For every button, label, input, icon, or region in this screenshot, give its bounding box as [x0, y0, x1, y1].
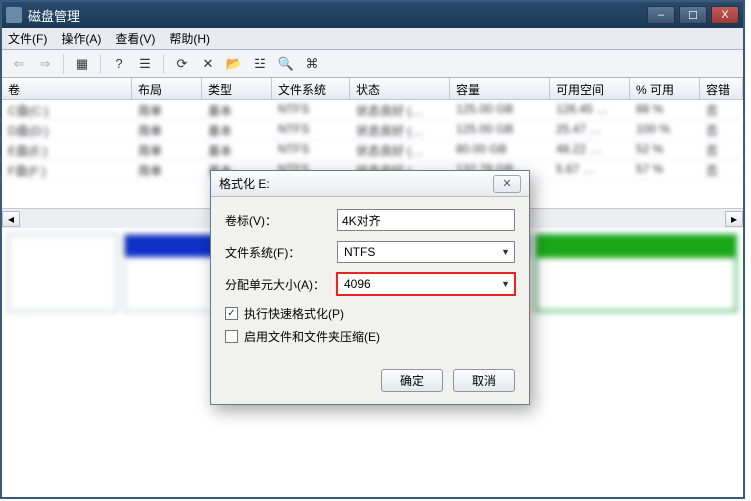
menu-view[interactable]: 查看(V) — [115, 30, 155, 47]
titlebar: 磁盘管理 – ☐ X — [2, 2, 743, 28]
toolbar-separator — [100, 54, 101, 74]
find-button[interactable]: 🔍 — [275, 53, 297, 75]
format-dialog: 格式化 E: ✕ 卷标(V)： 文件系统(F)： NTFS ▼ 分配单元大小(A… — [210, 170, 530, 405]
table-row[interactable]: D盘(D:)简单基本NTFS状态良好 (…125.00 GB25.47 …100… — [2, 120, 743, 140]
menu-file[interactable]: 文件(F) — [8, 30, 47, 47]
col-status[interactable]: 状态 — [350, 78, 450, 99]
properties-button[interactable]: ☰ — [134, 53, 156, 75]
help-button[interactable]: ? — [108, 53, 130, 75]
ok-button[interactable]: 确定 — [381, 369, 443, 392]
col-filesystem[interactable]: 文件系统 — [272, 78, 350, 99]
compress-label: 启用文件和文件夹压缩(E) — [244, 328, 380, 345]
app-icon — [6, 7, 22, 23]
delete-button[interactable]: ✕ — [197, 53, 219, 75]
allocation-unit-select[interactable]: 4096 ▼ — [337, 273, 515, 295]
dialog-close-button[interactable]: ✕ — [493, 175, 521, 193]
toolbar-separator — [63, 54, 64, 74]
cancel-button[interactable]: 取消 — [453, 369, 515, 392]
col-capacity[interactable]: 容量 — [450, 78, 550, 99]
window-title: 磁盘管理 — [28, 6, 647, 25]
table-body: C盘(C:)简单基本NTFS状态良好 (…125.00 GB126.45 …88… — [2, 100, 743, 180]
minimize-button[interactable]: – — [647, 6, 675, 24]
chevron-down-icon: ▼ — [501, 247, 510, 257]
scroll-right-icon[interactable]: ▸ — [725, 211, 743, 227]
forward-button[interactable]: ⇒ — [34, 53, 56, 75]
scroll-left-icon[interactable]: ◂ — [2, 211, 20, 227]
col-tolerance[interactable]: 容错 — [700, 78, 743, 99]
filesystem-label: 文件系统(F)： — [225, 244, 337, 261]
partition-card-selected[interactable] — [535, 234, 737, 312]
up-button[interactable]: ▦ — [71, 53, 93, 75]
dialog-title: 格式化 E: — [219, 175, 493, 192]
col-layout[interactable]: 布局 — [132, 78, 202, 99]
col-type[interactable]: 类型 — [202, 78, 272, 99]
filesystem-select[interactable]: NTFS ▼ — [337, 241, 515, 263]
maximize-button[interactable]: ☐ — [679, 6, 707, 24]
volume-label-label: 卷标(V)： — [225, 212, 337, 229]
dialog-titlebar: 格式化 E: ✕ — [211, 171, 529, 197]
volume-label-input[interactable] — [337, 209, 515, 231]
toolbar-separator — [163, 54, 164, 74]
menubar: 文件(F) 操作(A) 查看(V) 帮助(H) — [2, 28, 743, 50]
manage-button[interactable]: ☳ — [249, 53, 271, 75]
compress-checkbox[interactable] — [225, 330, 238, 343]
table-header: 卷 布局 类型 文件系统 状态 容量 可用空间 % 可用 容错 — [2, 78, 743, 100]
col-free[interactable]: 可用空间 — [550, 78, 630, 99]
filesystem-value: NTFS — [344, 245, 375, 259]
allocation-unit-value: 4096 — [344, 277, 371, 291]
col-percent[interactable]: % 可用 — [630, 78, 700, 99]
close-button[interactable]: X — [711, 6, 739, 24]
quick-format-checkbox[interactable]: ✓ — [225, 307, 238, 320]
menu-help[interactable]: 帮助(H) — [169, 30, 210, 47]
chevron-down-icon: ▼ — [501, 279, 510, 289]
allocation-unit-label: 分配单元大小(A)： — [225, 276, 337, 293]
toolbar: ⇐ ⇒ ▦ ? ☰ ⟳ ✕ 📂 ☳ 🔍 ⌘ — [2, 50, 743, 78]
table-row[interactable]: C盘(C:)简单基本NTFS状态良好 (…125.00 GB126.45 …88… — [2, 100, 743, 120]
quick-format-label: 执行快速格式化(P) — [244, 305, 344, 322]
col-volume[interactable]: 卷 — [2, 78, 132, 99]
refresh-button[interactable]: ⟳ — [171, 53, 193, 75]
open-button[interactable]: 📂 — [223, 53, 245, 75]
disk-header-card[interactable] — [8, 234, 118, 312]
menu-action[interactable]: 操作(A) — [61, 30, 101, 47]
extra-button[interactable]: ⌘ — [301, 53, 323, 75]
back-button[interactable]: ⇐ — [8, 53, 30, 75]
table-row[interactable]: E盘(E:)简单基本NTFS状态良好 (…80.00 GB48.22 …52 %… — [2, 140, 743, 160]
